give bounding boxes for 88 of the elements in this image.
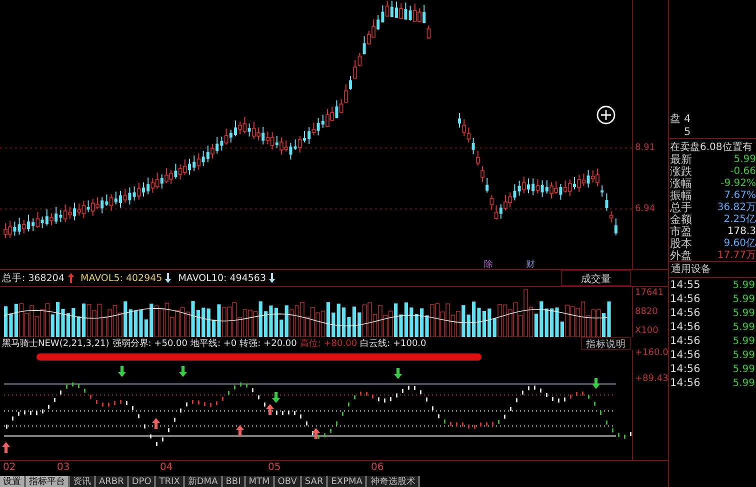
date-label: 05	[268, 462, 281, 474]
sell-arrow-icon	[394, 368, 402, 380]
indicator-tab[interactable]: 资讯	[70, 476, 96, 487]
indicator-param: 白云线: +100.0	[360, 338, 426, 350]
stat-label: 最新	[670, 152, 692, 166]
zoom-in-icon[interactable]	[596, 105, 616, 125]
event-mark: 财	[526, 258, 535, 271]
legend-value: MAVOL5: 402945	[80, 272, 162, 284]
tick-price: 5.99	[732, 308, 755, 318]
tick-price: 5.99	[732, 364, 755, 374]
tick-time: 14:56	[670, 363, 700, 375]
axis-label: 8820	[635, 307, 658, 318]
tick-price: 5.99	[732, 280, 755, 290]
indicator-name: 黑马骑士NEW(2,21,3,21)	[2, 338, 110, 350]
date-label: 04	[160, 462, 173, 474]
axis-label: 17641	[635, 288, 664, 298]
buy-arrow-icon	[266, 404, 274, 416]
stat-value: 9.60亿	[724, 237, 756, 250]
date-label: 03	[57, 462, 70, 474]
indicator-help-button[interactable]: 指标说明	[581, 337, 631, 350]
buy-arrow-icon	[312, 428, 320, 440]
indicator-tab[interactable]: ARBR	[96, 476, 129, 487]
axis-label: 6.94	[635, 204, 656, 214]
stat-value: 7.67%	[724, 190, 756, 200]
stat-value: 17.77万	[717, 249, 756, 262]
indicator-tab[interactable]: 神奇选股术	[367, 476, 420, 487]
axis-label: X100	[635, 326, 658, 336]
stat-label: 外盘	[670, 248, 692, 262]
tick-price: 5.99	[732, 322, 755, 332]
tick-price: 5.99	[732, 336, 755, 346]
date-label: 06	[371, 462, 384, 474]
order-book-label: 盘	[670, 112, 680, 126]
volume-button[interactable]: 成交量	[561, 270, 631, 286]
date-label: 02	[3, 462, 16, 474]
tick-time: 14:56	[670, 321, 700, 333]
indicator-param: 转强: +20.00	[240, 338, 297, 350]
tick-price: 5.99	[732, 378, 755, 388]
order-level: 4	[684, 112, 691, 124]
buy-arrow-icon	[236, 425, 244, 436]
order-level: 5	[684, 126, 691, 138]
buy-arrow-icon	[152, 418, 160, 430]
stat-label: 金额	[670, 212, 692, 226]
stat-label: 总手	[670, 200, 692, 214]
axis-label: +160.0	[635, 348, 668, 358]
tick-time: 14:56	[670, 377, 700, 389]
stat-value: -0.66	[730, 166, 756, 176]
sell-arrow-icon	[118, 366, 126, 378]
indicator-param: 强弱分界: +50.00	[112, 338, 188, 350]
stat-label: 股本	[670, 236, 692, 250]
sell-arrow-icon	[592, 378, 600, 390]
stat-label: 振幅	[670, 188, 692, 202]
tick-time: 14:56	[670, 335, 700, 347]
stat-value: 178.3	[727, 226, 756, 236]
order-notice: 在卖盘6.08位置有	[669, 138, 756, 153]
indicator-tab[interactable]: DPO	[128, 476, 156, 487]
tick-price: 5.99	[732, 294, 755, 304]
indicator-tab[interactable]: TRIX	[156, 476, 185, 487]
legend-value: MAVOL10: 494563	[178, 272, 266, 284]
sell-arrow-icon	[179, 366, 187, 378]
event-mark: 除	[484, 258, 493, 271]
tick-time: 14:56	[670, 307, 700, 319]
indicator-param: 高位: +80.00	[300, 338, 358, 350]
indicator-tab[interactable]: BBI	[222, 476, 246, 487]
stat-value: -9.92%	[720, 178, 756, 188]
stat-value: 36.82万	[717, 201, 756, 214]
buy-arrow-icon	[2, 442, 10, 454]
stat-label: 涨幅	[670, 176, 692, 190]
tick-time: 14:56	[670, 293, 700, 305]
indicator-tab[interactable]: OBV	[274, 476, 302, 487]
sell-arrow-icon	[272, 392, 280, 404]
indicator-tab[interactable]: 指标平台	[26, 476, 70, 487]
axis-label: +89.43	[635, 374, 668, 384]
indicator-tab[interactable]: EXPMA	[328, 476, 368, 487]
indicator-tab[interactable]: SAR	[302, 476, 328, 487]
tick-time: 14:56	[670, 349, 700, 361]
industry-label: 通用设备	[669, 261, 756, 278]
stat-value: 2.25亿	[724, 213, 756, 226]
indicator-tab[interactable]: 新DMA	[184, 476, 223, 487]
legend-value: 总手: 368204	[2, 272, 64, 285]
indicator-tab[interactable]: 设置	[0, 476, 26, 487]
tick-price: 5.99	[732, 350, 755, 360]
stat-label: 涨跌	[670, 164, 692, 178]
stat-value: 5.99	[734, 154, 756, 164]
stat-label: 市盈	[670, 224, 692, 238]
indicator-tab[interactable]: MTM	[246, 476, 275, 487]
axis-label: 8.91	[635, 143, 656, 153]
indicator-param: 地平线: +0	[190, 338, 237, 350]
tick-time: 14:55	[670, 279, 700, 291]
